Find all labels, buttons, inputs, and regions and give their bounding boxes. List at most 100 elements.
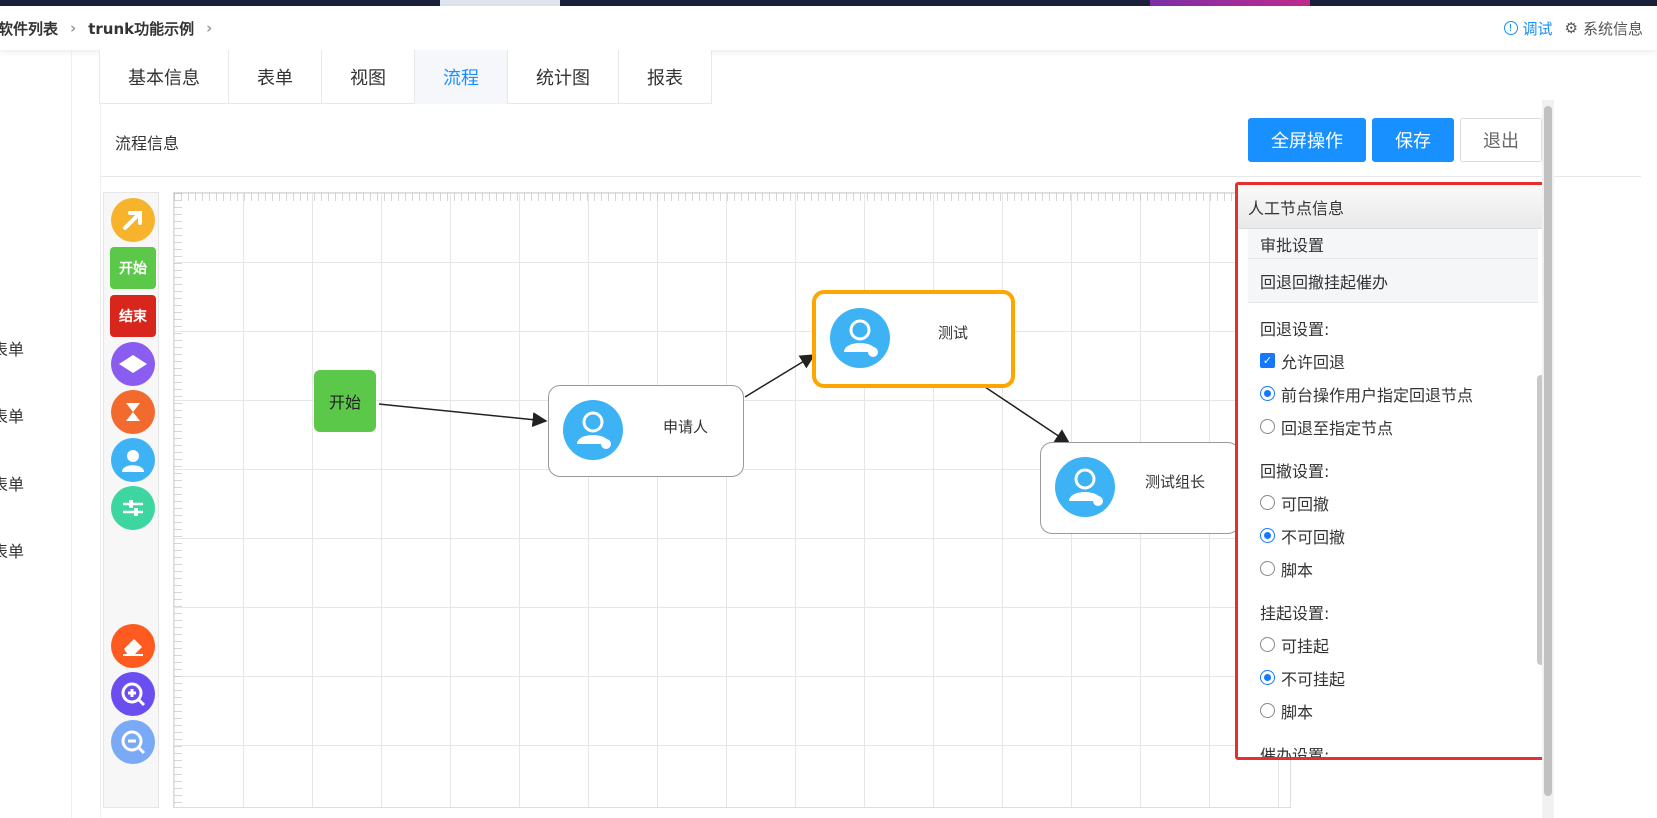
- connector-arrow-tool[interactable]: [110, 198, 156, 242]
- withdraw-option-label: 脚本: [1281, 560, 1314, 580]
- suspend-option-allowed[interactable]: 可挂起: [1248, 628, 1530, 661]
- gear-icon: ⚙: [1564, 19, 1578, 37]
- sliders-icon: [111, 486, 155, 530]
- user-icon: [1055, 457, 1115, 517]
- flow-info-title: 流程信息: [115, 134, 180, 153]
- breadcrumb-item-software-list[interactable]: 软件列表: [0, 18, 58, 39]
- hourglass-icon: [111, 390, 155, 434]
- applicant-node-label: 申请人: [663, 418, 709, 436]
- node-toolbar: 开始 结束: [103, 192, 159, 808]
- suspend-option-not-allowed[interactable]: 不可挂起: [1248, 661, 1530, 694]
- withdraw-settings-label: 回撤设置:: [1260, 461, 1330, 481]
- suspend-option-label: 可挂起: [1281, 636, 1330, 656]
- rollback-settings-label: 回退设置:: [1260, 319, 1330, 339]
- sidebar-item-form[interactable]: 表单: [0, 471, 24, 495]
- top-header: 软件列表 › trunk功能示例 › ! 调试 ⚙ 系统信息: [0, 6, 1657, 50]
- radio-icon: [1260, 419, 1275, 434]
- connector-test-lead[interactable]: [981, 384, 1071, 444]
- tab-view[interactable]: 视图: [321, 50, 415, 104]
- decision-node-tool[interactable]: [110, 342, 156, 386]
- withdraw-option-label: 可回撤: [1281, 494, 1330, 514]
- sidebar-item-form[interactable]: 表单: [0, 403, 24, 427]
- rollback-settings-body: 回退设置: ✓ 允许回退 前台操作用户指定回退节点 回退至指定节点 回撤设置: …: [1248, 311, 1530, 760]
- test-lead-node-label: 测试组长: [1145, 473, 1206, 491]
- zoom-out-tool[interactable]: [110, 720, 156, 764]
- page-scrollbar[interactable]: [1542, 100, 1554, 818]
- tab-form[interactable]: 表单: [228, 50, 322, 104]
- manual-node-tool[interactable]: [110, 438, 156, 482]
- applicant-node[interactable]: 申请人: [548, 385, 744, 477]
- zoom-in-tool[interactable]: [110, 672, 156, 716]
- save-button[interactable]: 保存: [1372, 118, 1454, 162]
- rollback-option-specified-node[interactable]: 回退至指定节点: [1248, 410, 1530, 443]
- rollback-option-label: 前台操作用户指定回退节点: [1281, 385, 1474, 405]
- checkbox-checked-icon: ✓: [1260, 353, 1275, 368]
- start-node-tool-label: 开始: [110, 247, 156, 289]
- eraser-icon: [111, 624, 155, 668]
- arrow-icon: [111, 198, 155, 242]
- tab-report[interactable]: 报表: [618, 50, 712, 104]
- radio-icon: [1260, 561, 1275, 576]
- tab-basic-info[interactable]: 基本信息: [99, 50, 229, 104]
- section-approval-settings[interactable]: 审批设置: [1248, 229, 1538, 259]
- radio-selected-icon: [1260, 528, 1275, 543]
- system-info-button[interactable]: ⚙ 系统信息: [1565, 18, 1643, 39]
- radio-icon: [1260, 703, 1275, 718]
- suspend-option-script[interactable]: 脚本: [1248, 694, 1530, 727]
- start-node[interactable]: 开始: [314, 370, 376, 432]
- zoom-in-icon: [111, 672, 155, 716]
- timer-node-tool[interactable]: [110, 390, 156, 434]
- end-node-tool[interactable]: 结束: [110, 295, 156, 337]
- zoom-out-icon: [111, 720, 155, 764]
- breadcrumb: 软件列表 › trunk功能示例 ›: [0, 18, 224, 39]
- test-node[interactable]: 测试: [812, 290, 1015, 388]
- left-sidebar: 表单 表单 表单 表单: [0, 50, 72, 818]
- withdraw-option-allowed[interactable]: 可回撤: [1248, 486, 1530, 519]
- user-icon: [111, 438, 155, 482]
- debug-button[interactable]: ! 调试: [1503, 18, 1553, 39]
- withdraw-option-label: 不可回撤: [1281, 527, 1346, 547]
- header-actions: ! 调试 ⚙ 系统信息: [1503, 6, 1643, 50]
- sidebar-item-form[interactable]: 表单: [0, 336, 24, 360]
- connector-applicant-test[interactable]: [744, 354, 816, 398]
- rollback-option-user-specified[interactable]: 前台操作用户指定回退节点: [1248, 377, 1530, 410]
- end-node-tool-label: 结束: [110, 295, 156, 337]
- action-buttons: 全屏操作 保存 退出: [1248, 118, 1542, 162]
- allow-rollback-label: 允许回退: [1281, 352, 1346, 372]
- system-info-label: 系统信息: [1582, 19, 1643, 38]
- section-rollback-withdraw[interactable]: 回退回撤挂起催办: [1248, 259, 1538, 303]
- radio-selected-icon: [1260, 670, 1275, 685]
- module-tabs: 基本信息 表单 视图 流程 统计图 报表: [99, 50, 712, 104]
- exit-button[interactable]: 退出: [1460, 118, 1542, 162]
- manual-node-info-panel: 人工节点信息 审批设置 回退回撤挂起催办 回退设置: ✓ 允许回退 前台操作用户…: [1235, 182, 1551, 760]
- debug-label: 调试: [1522, 19, 1553, 38]
- diamond-icon: [111, 342, 155, 386]
- page-scrollbar-thumb[interactable]: [1544, 106, 1552, 796]
- chevron-right-icon: ›: [70, 19, 77, 37]
- allow-rollback-checkbox[interactable]: ✓ 允许回退: [1248, 344, 1530, 377]
- test-lead-node[interactable]: 测试组长: [1040, 442, 1240, 534]
- tab-flow[interactable]: 流程: [414, 50, 508, 104]
- connector-start-applicant[interactable]: [378, 403, 548, 428]
- fullscreen-button[interactable]: 全屏操作: [1248, 118, 1366, 162]
- user-icon: [563, 400, 623, 460]
- start-node-tool[interactable]: 开始: [110, 247, 156, 289]
- flow-panel: 流程信息 全屏操作 保存 退出 开始 结束 开始 申请人 测试 测试组长 人工节…: [100, 104, 1641, 818]
- tab-chart[interactable]: 统计图: [507, 50, 619, 104]
- user-icon: [830, 308, 890, 368]
- eraser-tool[interactable]: [110, 624, 156, 668]
- panel-title: 人工节点信息: [1238, 185, 1548, 229]
- test-node-label: 测试: [938, 324, 969, 342]
- breadcrumb-item-trunk-demo[interactable]: trunk功能示例: [88, 18, 194, 39]
- sidebar-item-form[interactable]: 表单: [0, 538, 24, 562]
- info-icon: !: [1503, 21, 1518, 35]
- withdraw-option-script[interactable]: 脚本: [1248, 552, 1530, 585]
- suspend-option-label: 不可挂起: [1281, 669, 1346, 689]
- withdraw-option-not-allowed[interactable]: 不可回撤: [1248, 519, 1530, 552]
- flow-canvas[interactable]: 开始 申请人 测试 测试组长: [173, 192, 1291, 808]
- chevron-right-icon: ›: [206, 19, 213, 37]
- urge-settings-label: 催办设置:: [1260, 745, 1330, 760]
- rollback-option-label: 回退至指定节点: [1281, 418, 1394, 438]
- settings-tool[interactable]: [110, 486, 156, 530]
- radio-icon: [1260, 637, 1275, 652]
